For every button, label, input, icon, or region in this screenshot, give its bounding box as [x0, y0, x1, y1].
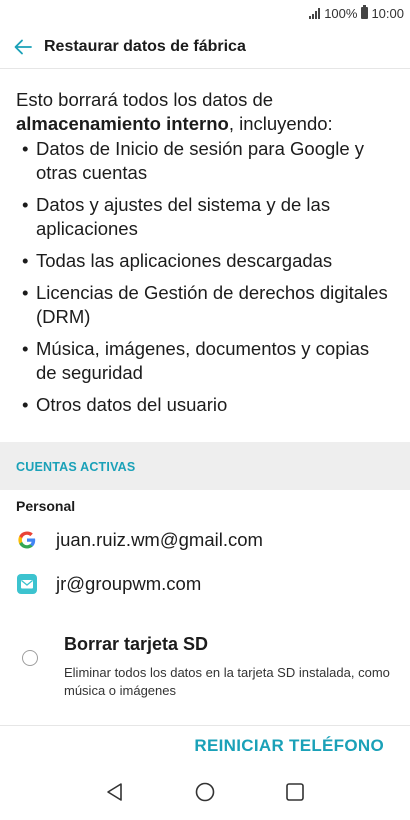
google-icon [16, 529, 38, 551]
list-item: • Otros datos del usuario [16, 393, 394, 417]
navigation-bar [0, 764, 410, 820]
account-item-google: juan.ruiz.wm@gmail.com [16, 525, 394, 555]
mail-icon [16, 573, 38, 595]
account-group-label: Personal [16, 498, 76, 514]
list-item-text: Otros datos del usuario [36, 394, 228, 415]
section-header-accounts: CUENTAS ACTIVAS [0, 442, 410, 490]
page-title: Restaurar datos de fábrica [44, 38, 246, 55]
intro-text-start: Esto borrará todos los datos de [16, 89, 274, 110]
intro-text-bold: almacenamiento interno [16, 113, 229, 134]
list-item-text: Música, imágenes, documentos y copias de… [36, 338, 370, 383]
nav-home-button[interactable] [190, 777, 220, 807]
bullet-dot: • [22, 338, 29, 359]
arrow-left-icon [14, 39, 32, 55]
list-item: • Todas las aplicaciones descargadas [16, 249, 394, 273]
bullet-dot: • [22, 194, 29, 215]
account-email: juan.ruiz.wm@gmail.com [56, 529, 263, 550]
reset-description: Esto borrará todos los datos de almacena… [16, 88, 394, 425]
status-bar: 100% 10:00 [0, 0, 410, 26]
divider [0, 725, 410, 726]
list-item-text: Todas las aplicaciones descargadas [36, 250, 333, 271]
list-item: • Licencias de Gestión de derechos digita… [16, 281, 394, 329]
list-item: • Datos de Inicio de sesión para Google y… [16, 137, 394, 185]
back-button[interactable] [8, 32, 38, 62]
nav-recents-icon [286, 783, 304, 801]
battery-percent: 100% [324, 5, 358, 21]
erase-sd-description: Eliminar todos los datos en la tarjeta S… [64, 665, 390, 698]
intro-text-end: , incluyendo: [228, 113, 333, 134]
app-bar: Restaurar datos de fábrica [0, 26, 410, 69]
reset-phone-button[interactable]: REINICIAR TELÉFONO [194, 736, 384, 756]
bullet-dot: • [22, 138, 29, 159]
list-item: • Música, imágenes, documentos y copias d… [16, 337, 394, 385]
section-header-label: CUENTAS ACTIVAS [16, 460, 136, 474]
intro-text: Esto borrará todos los datos de almacena… [16, 88, 394, 136]
bullet-dot: • [22, 394, 29, 415]
list-item-text: Licencias de Gestión de derechos digital… [36, 282, 388, 327]
account-email: jr@groupwm.com [56, 573, 202, 594]
bullet-dot: • [22, 282, 29, 303]
list-item-text: Datos de Inicio de sesión para Google y … [36, 138, 365, 183]
battery-icon [361, 5, 369, 19]
erase-sd-title: Borrar tarjeta SD [64, 634, 209, 654]
nav-back-button[interactable] [100, 777, 130, 807]
list-item-text: Datos y ajustes del sistema y de las apl… [36, 194, 331, 239]
signal-icon [309, 7, 321, 19]
erase-sd-option[interactable]: Borrar tarjeta SD Eliminar todos los dat… [0, 630, 410, 716]
bullet-dot: • [22, 250, 29, 271]
nav-back-icon [107, 783, 122, 801]
status-time: 10:00 [371, 5, 404, 21]
data-list: • Datos de Inicio de sesión para Google y… [16, 137, 394, 417]
account-item-work: jr@groupwm.com [16, 569, 394, 599]
nav-recents-button[interactable] [280, 777, 310, 807]
list-item: • Datos y ajustes del sistema y de las ap… [16, 193, 394, 241]
factory-reset-screen: 100% 10:00 Restaurar datos de fábrica Es… [0, 0, 410, 820]
nav-home-icon [195, 782, 215, 802]
erase-sd-radio[interactable] [22, 650, 38, 666]
